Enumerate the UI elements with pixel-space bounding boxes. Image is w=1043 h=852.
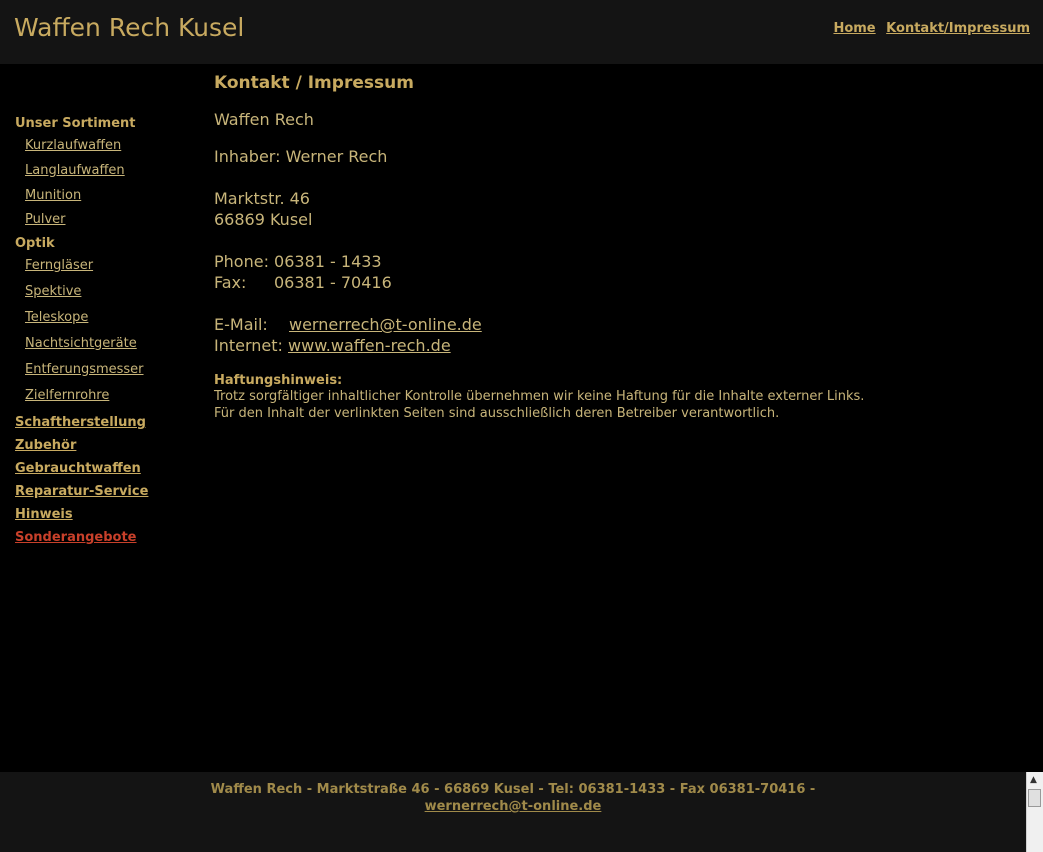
sidebar-item-spektive[interactable]: Spektive (15, 284, 195, 310)
sidebar-item-schaftherstellung[interactable]: Schaftherstellung (15, 414, 195, 437)
nav-home-link[interactable]: Home (833, 21, 875, 36)
disclaimer-title: Haftungshinweis: (214, 373, 343, 388)
sidebar-heading-sortiment: Unser Sortiment (15, 116, 136, 131)
sidebar-item-pulver[interactable]: Pulver (15, 212, 195, 235)
sidebar-item-sonderangebote[interactable]: Sonderangebote (15, 529, 195, 552)
sidebar-item-munition[interactable]: Munition (15, 188, 195, 212)
sidebar-item-reparatur-service[interactable]: Reparatur-Service (15, 483, 195, 506)
page-title: Kontakt / Impressum (214, 73, 414, 93)
sidebar-item-kurzlaufwaffen[interactable]: Kurzlaufwaffen (15, 138, 195, 163)
top-navigation: Home Kontakt/Impressum (827, 21, 1030, 36)
internet-line: Internet: www.waffen-rech.de (214, 335, 994, 356)
phone-value: 06381 - 1433 (274, 252, 382, 271)
sidebar-item-entferungsmesser[interactable]: Entferungsmesser (15, 362, 195, 388)
address-city: 66869 Kusel (214, 210, 313, 229)
sidebar-item-gebrauchtwaffen[interactable]: Gebrauchtwaffen (15, 460, 195, 483)
website-link[interactable]: www.waffen-rech.de (288, 336, 451, 355)
sidebar: Unser Sortiment Kurzlaufwaffen Langlaufw… (15, 115, 195, 552)
fax-label: Fax: (214, 273, 247, 292)
address-street: Marktstr. 46 (214, 189, 310, 208)
email-link[interactable]: wernerrech@t-online.de (289, 315, 482, 334)
company-name: Waffen Rech (214, 110, 314, 129)
sidebar-item-teleskope[interactable]: Teleskope (15, 310, 195, 336)
sidebar-item-zubehoer[interactable]: Zubehör (15, 437, 195, 460)
footer-address: Waffen Rech - Marktstraße 46 - 66869 Kus… (210, 782, 816, 797)
fax-value: 06381 - 70416 (274, 273, 392, 292)
disclaimer-line-2: Für den Inhalt der verlinkten Seiten sin… (214, 406, 780, 421)
footer-scrollbar[interactable]: ▲ (1026, 772, 1043, 852)
email-line: E-Mail: wernerrech@t-online.de (214, 314, 994, 335)
phone-line: Phone: 06381 - 1433 (214, 251, 994, 272)
scroll-up-icon[interactable]: ▲ (1030, 775, 1037, 785)
main-content: Kontakt / Impressum Waffen Rech Inhaber:… (214, 72, 994, 422)
sidebar-heading-optik: Optik (15, 236, 55, 251)
sidebar-item-langlaufwaffen[interactable]: Langlaufwaffen (15, 163, 195, 188)
owner-line: Inhaber: Werner Rech (214, 147, 388, 166)
nav-contact-link[interactable]: Kontakt/Impressum (886, 21, 1030, 36)
disclaimer-line-1: Trotz sorgfältiger inhaltlicher Kontroll… (214, 389, 865, 404)
sidebar-item-zielfernrohre[interactable]: Zielfernrohre (15, 388, 195, 414)
scroll-thumb[interactable] (1028, 789, 1041, 807)
sidebar-item-hinweis[interactable]: Hinweis (15, 506, 195, 529)
footer-email-link[interactable]: wernerrech@t-online.de (425, 799, 602, 814)
site-footer: Waffen Rech - Marktstraße 46 - 66869 Kus… (0, 772, 1026, 852)
site-title: Waffen Rech Kusel (14, 13, 245, 42)
phone-label: Phone: (214, 252, 269, 271)
sidebar-item-nachtsichtgeraete[interactable]: Nachtsichtgeräte (15, 336, 195, 362)
fax-line: Fax: 06381 - 70416 (214, 272, 994, 293)
email-label: E-Mail: (214, 315, 268, 334)
site-header: Waffen Rech Kusel Home Kontakt/Impressum (0, 0, 1043, 64)
internet-label: Internet: (214, 336, 283, 355)
sidebar-item-fernglaeser[interactable]: Ferngläser (15, 258, 195, 284)
